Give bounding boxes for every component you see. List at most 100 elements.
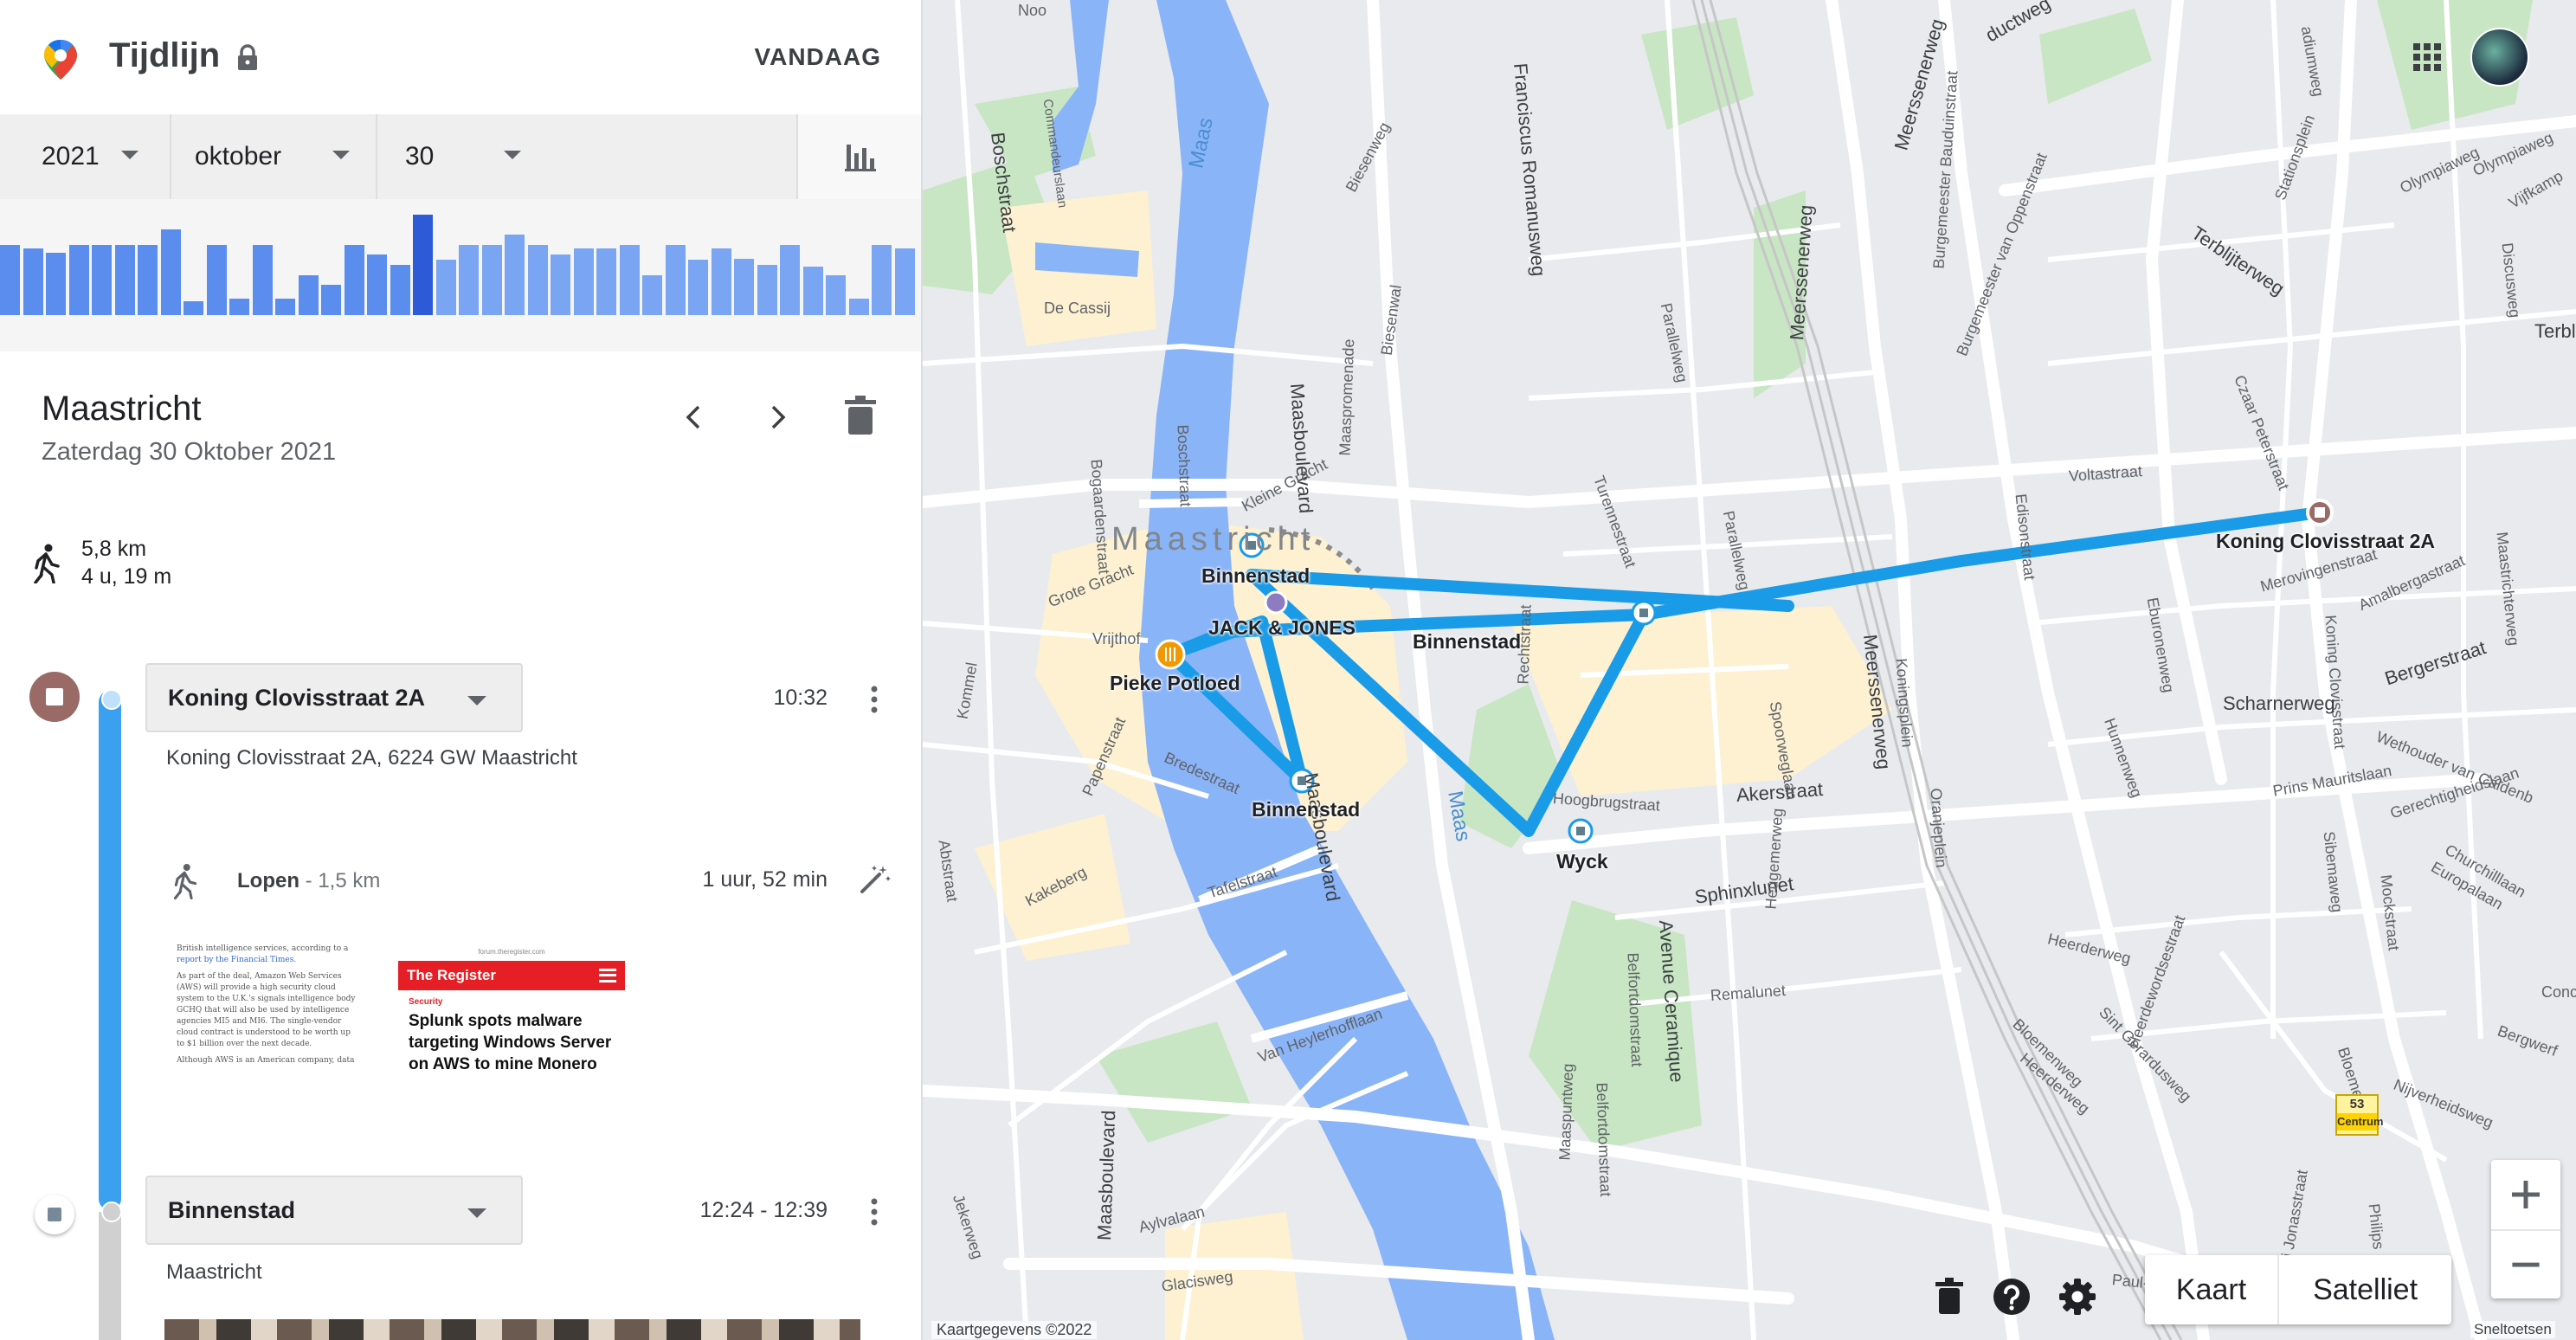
previous-day-button[interactable] (677, 400, 712, 435)
photo2-brand: The Register (407, 967, 496, 983)
more-vert-icon[interactable] (862, 682, 886, 717)
histogram-bar[interactable] (780, 245, 800, 315)
histogram-bar[interactable] (734, 259, 754, 315)
histogram-bar[interactable] (505, 235, 525, 315)
day-value: 30 (405, 142, 435, 171)
histogram-bars (0, 194, 921, 315)
histogram-bar[interactable] (596, 248, 616, 315)
zoom-out-button[interactable] (2491, 1229, 2560, 1298)
histogram-bar[interactable] (413, 215, 433, 315)
street-label: Vrijthof (1092, 630, 1141, 647)
keyboard-shortcuts-link[interactable]: Sneltoetsen (2470, 1321, 2555, 1338)
histogram-bar[interactable] (872, 245, 892, 315)
histogram-bar[interactable] (574, 248, 594, 315)
histogram-bar[interactable] (849, 299, 869, 315)
chevron-down-icon (467, 696, 486, 705)
histogram-bar[interactable] (299, 275, 319, 315)
gear-icon[interactable] (2058, 1278, 2096, 1316)
year-select[interactable]: 2021 (0, 114, 171, 199)
stop1-place-button[interactable]: Koning Clovisstraat 2A (145, 663, 523, 732)
histogram-bar[interactable] (69, 245, 89, 315)
map-stop-label[interactable]: Binnenstad (1413, 630, 1521, 654)
shopping-bag-icon[interactable] (1264, 590, 1288, 615)
stop2-place-button[interactable]: Binnenstad (145, 1176, 523, 1245)
trash-icon[interactable] (1934, 1278, 1965, 1316)
histogram-bar[interactable] (0, 245, 20, 315)
map-type-map-button[interactable]: Kaart (2145, 1255, 2280, 1324)
histogram-bar[interactable] (92, 245, 112, 315)
photo-strip[interactable] (164, 1319, 860, 1340)
zoom-in-button[interactable] (2491, 1160, 2560, 1229)
histogram-bar[interactable] (459, 245, 479, 315)
histogram-bar[interactable] (528, 245, 548, 315)
histogram-bar[interactable] (184, 301, 203, 315)
histogram-bar[interactable] (345, 245, 364, 315)
histogram-bar[interactable] (666, 245, 686, 315)
map-type-satellite-button[interactable]: Satelliet (2279, 1255, 2451, 1324)
histogram-bar[interactable] (138, 245, 158, 315)
day-place-title: Maastricht (42, 390, 202, 428)
chevron-down-icon (504, 151, 521, 159)
route-label: Centrum (2337, 1113, 2383, 1131)
photo1-text-line: agencies MI5 and MI6. The single-vendor (177, 1017, 342, 1026)
google-maps-logo-icon (44, 40, 77, 80)
histogram-bar[interactable] (46, 253, 66, 315)
next-day-button[interactable] (760, 400, 795, 435)
map-stop-label[interactable]: Binnenstad (1201, 564, 1310, 588)
map-stop-label[interactable]: Wyck (1556, 850, 1608, 873)
activity-label[interactable]: Lopen - 1,5 km (237, 869, 380, 893)
histogram-bar[interactable] (688, 260, 708, 315)
histogram-bar[interactable] (757, 265, 777, 315)
map-stop-label[interactable]: Pieke Potloed (1110, 672, 1240, 695)
histogram-bar[interactable] (712, 248, 731, 315)
date-selector: 2021 oktober 30 (0, 114, 921, 199)
timeline-start-dot (101, 689, 122, 710)
histogram-bar[interactable] (390, 265, 410, 315)
day-select[interactable]: 30 (379, 114, 538, 199)
histogram-bar[interactable] (321, 285, 341, 315)
map-stop-label[interactable]: JACK & JONES (1208, 616, 1356, 640)
histogram-bar[interactable] (551, 254, 570, 315)
histogram-bar[interactable] (207, 245, 227, 315)
histogram-bar[interactable] (275, 299, 295, 315)
help-icon[interactable] (1993, 1278, 2031, 1316)
avatar[interactable] (2470, 28, 2529, 87)
stop2-icon (35, 1195, 74, 1234)
month-select[interactable]: oktober (173, 114, 377, 199)
histogram-bar[interactable] (642, 275, 662, 315)
street-label: Maaspuntweg (1555, 1063, 1577, 1161)
stop1-address: Koning Clovisstraat 2A, 6224 GW Maastric… (166, 746, 577, 770)
histogram-bar[interactable] (367, 254, 387, 315)
timeline-route-line (99, 691, 121, 1210)
map-stop-label[interactable]: Koning Clovisstraat 2A (2216, 530, 2435, 553)
map-stop-label[interactable]: Binnenstad (1252, 798, 1360, 821)
histogram-bar[interactable] (826, 275, 846, 315)
histogram-bar[interactable] (115, 245, 135, 315)
today-button[interactable]: VANDAAG (755, 43, 881, 71)
histogram-bar[interactable] (253, 245, 273, 315)
magic-wand-icon[interactable] (857, 862, 892, 897)
histogram-bar[interactable] (482, 245, 502, 315)
histogram-bar[interactable] (803, 267, 823, 315)
photo1-text-line: Although AWS is an American company, dat… (177, 1056, 355, 1065)
street-label: Conco (2541, 983, 2576, 1001)
photo-thumbnail-1[interactable]: British intelligence services, according… (177, 944, 395, 1082)
photo-thumbnail-2[interactable]: forum.theregister.com The Register Secur… (398, 944, 625, 1087)
histogram-bar[interactable] (620, 245, 640, 315)
histogram-bar[interactable] (23, 248, 43, 315)
map-attribution[interactable]: Kaartgegevens ©2022 (931, 1321, 1098, 1339)
street-label: Boschstraat (1174, 424, 1195, 507)
histogram-bar[interactable] (229, 299, 249, 315)
histogram-bar[interactable] (161, 229, 181, 315)
statistics-button[interactable] (796, 114, 921, 199)
zoom-control (2491, 1160, 2560, 1298)
histogram-bar[interactable] (895, 248, 915, 315)
histogram-bar[interactable] (436, 260, 456, 315)
apps-grid-icon[interactable] (2412, 42, 2443, 73)
summary-distance: 5,8 km (81, 537, 147, 561)
more-vert-icon[interactable] (862, 1195, 886, 1229)
street-label: Maasboulevard (1093, 1110, 1120, 1241)
map-view[interactable]: Maas Maas Franciscus Romanusweg Boschstr… (923, 0, 2576, 1340)
delete-day-button[interactable] (841, 395, 879, 436)
chevron-down-icon (332, 151, 350, 159)
